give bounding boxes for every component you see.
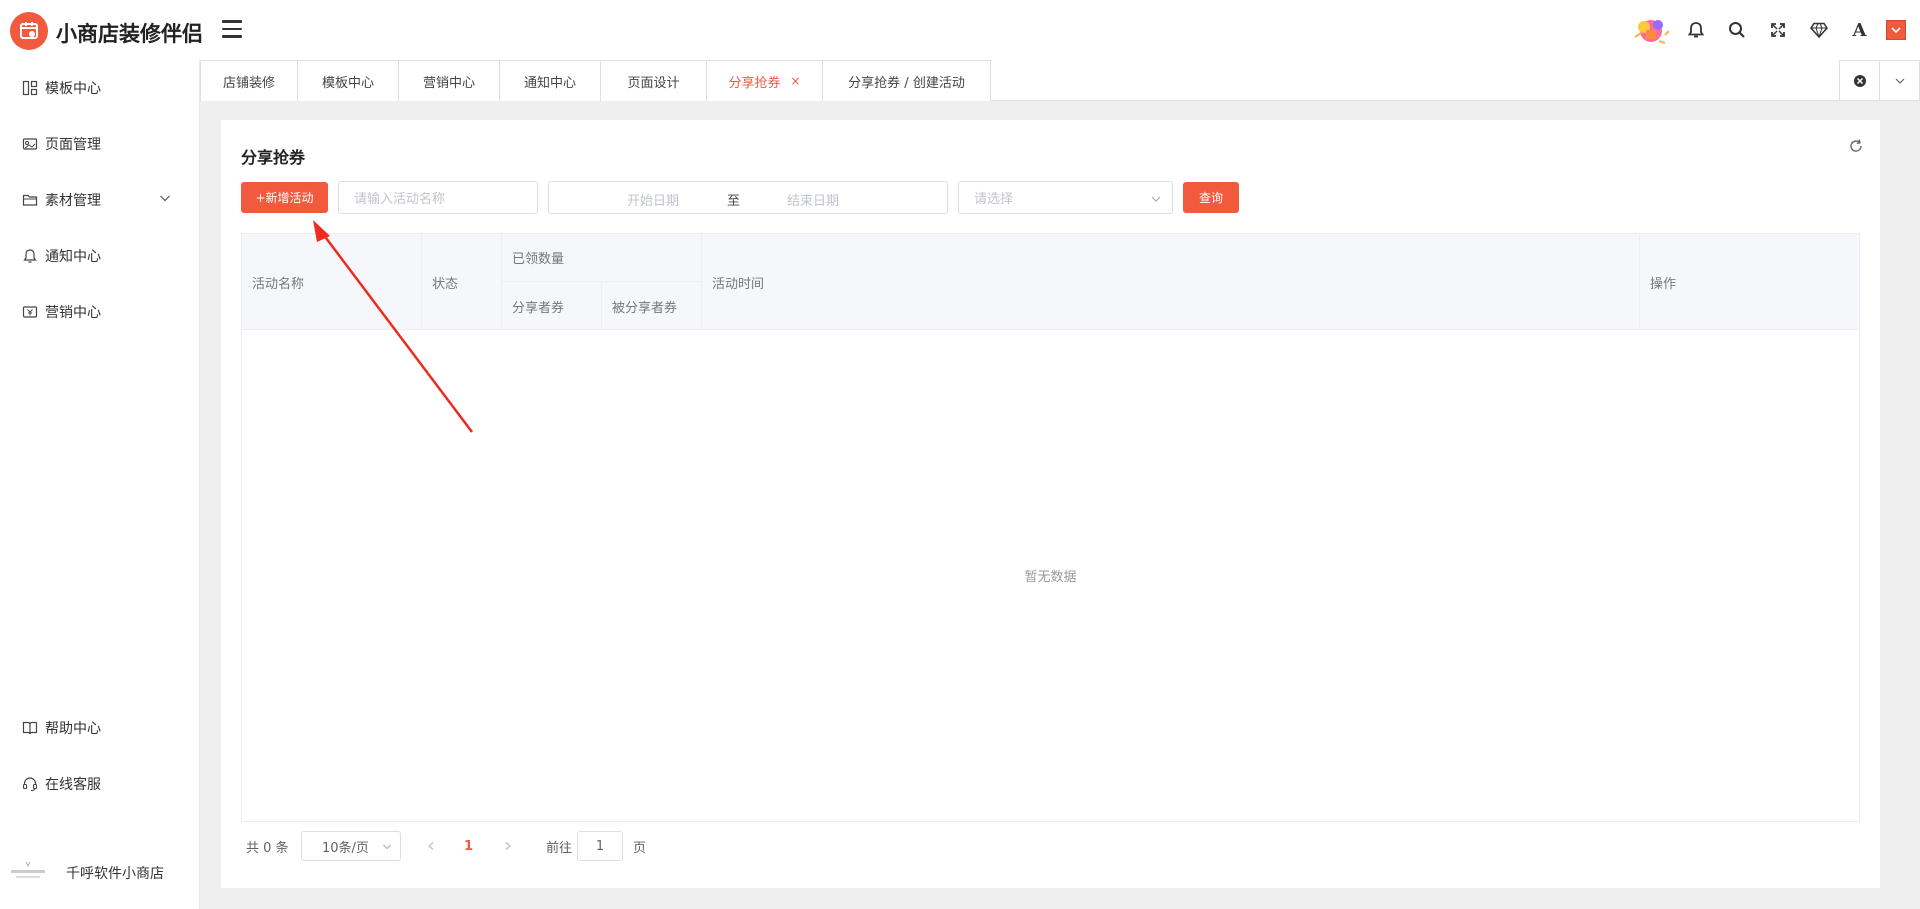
sidebar-item-material-management[interactable]: 素材管理 <box>0 178 199 222</box>
refresh-icon[interactable] <box>1848 138 1864 154</box>
coupon-icon <box>21 303 39 321</box>
app-logo[interactable] <box>10 12 48 50</box>
page-size-select[interactable]: 10条/页 <box>301 831 401 861</box>
tab-marketing-center[interactable]: 营销中心 <box>398 60 500 101</box>
content-card: 分享抢券 +新增活动 请输入活动名称 开始日期 至 结束日期 请选择 查询 活动… <box>221 120 1880 888</box>
tab-label: 页面设计 <box>627 75 680 91</box>
brand-logo <box>10 859 46 887</box>
tab-label: 模板中心 <box>321 75 374 91</box>
tab-template-center[interactable]: 模板中心 <box>297 60 399 101</box>
range-separator: 至 <box>727 194 741 209</box>
tab-shop-decoration[interactable]: 店铺装修 <box>200 60 298 101</box>
app-title: 小商店装修伴侣 <box>56 22 203 46</box>
brand-footer: 千呼软件小商店 <box>0 851 199 895</box>
close-tabs-icon[interactable] <box>1840 61 1880 101</box>
activity-table: 活动名称 状态 已领数量 分享者券 被分享者券 活动时间 操作 暂无数据 <box>241 233 1860 822</box>
column-shared-coupon: 被分享者券 <box>602 282 702 330</box>
page-size-value: 10条/页 <box>322 840 369 856</box>
tab-share-coupon-create[interactable]: 分享抢券 / 创建活动 <box>822 60 991 101</box>
end-date-field[interactable]: 结束日期 <box>787 190 839 209</box>
bell-icon <box>21 247 39 265</box>
sidebar-item-label: 帮助中心 <box>45 721 101 737</box>
main-area: 分享抢券 +新增活动 请输入活动名称 开始日期 至 结束日期 请选择 查询 活动… <box>200 101 1920 909</box>
sidebar-item-label: 素材管理 <box>45 193 101 209</box>
query-button[interactable]: 查询 <box>1183 182 1239 213</box>
chevron-down-icon[interactable] <box>1880 61 1919 101</box>
column-sharer-coupon: 分享者券 <box>502 282 602 330</box>
sidebar-item-label: 营销中心 <box>45 305 101 321</box>
tab-close-icon[interactable]: × <box>790 74 800 88</box>
goto-page-input[interactable]: 1 <box>577 831 623 861</box>
fullscreen-icon[interactable] <box>1757 12 1798 48</box>
sidebar-item-online-service[interactable]: 在线客服 <box>0 762 199 806</box>
shop-icon <box>20 22 38 39</box>
column-actions: 操作 <box>1650 276 1677 292</box>
chevron-down-icon <box>383 844 391 850</box>
page-number-current[interactable]: 1 <box>464 831 473 861</box>
tab-page-design[interactable]: 页面设计 <box>600 60 707 101</box>
tab-bar: 店铺装修 模板中心 营销中心 通知中心 页面设计 分享抢券 × 分享抢券 / 创… <box>200 60 1920 101</box>
user-avatar[interactable] <box>1886 20 1906 40</box>
tab-label: 店铺装修 <box>222 75 275 91</box>
tab-notification-center[interactable]: 通知中心 <box>499 60 601 101</box>
diamond-icon[interactable] <box>1798 12 1839 48</box>
column-activity-name: 活动名称 <box>242 234 422 330</box>
brand-name: 千呼软件小商店 <box>66 866 164 882</box>
page-suffix: 页 <box>633 840 647 856</box>
sidebar-item-label: 模板中心 <box>45 81 101 97</box>
page-icon <box>21 135 39 153</box>
add-activity-button[interactable]: +新增活动 <box>241 182 328 213</box>
tab-label: 营销中心 <box>422 75 475 91</box>
chevron-down-icon[interactable] <box>159 192 171 208</box>
activity-name-input[interactable]: 请输入活动名称 <box>338 181 538 214</box>
bell-icon[interactable] <box>1675 12 1716 48</box>
template-icon <box>21 79 39 97</box>
sidebar-item-notification-center[interactable]: 通知中心 <box>0 234 199 278</box>
sidebar-item-label: 通知中心 <box>45 249 101 265</box>
gift-promo-icon[interactable] <box>1627 12 1675 48</box>
book-icon <box>21 719 39 737</box>
tab-label: 分享抢券 / 创建活动 <box>848 75 965 91</box>
header-actions: A <box>1627 12 1910 48</box>
pagination: 共 0 条 10条/页 1 前往 1 页 <box>241 831 1041 861</box>
tab-label: 分享抢券 <box>728 75 781 91</box>
sidebar: 模板中心 页面管理 素材管理 通知中心 营销中心 帮助中心 在线客服 千呼软件小… <box>0 60 200 909</box>
column-activity-time: 活动时间 <box>702 234 1640 330</box>
sidebar-item-help-center[interactable]: 帮助中心 <box>0 706 199 750</box>
prev-page-icon[interactable] <box>426 831 438 861</box>
tab-controls <box>1839 60 1920 101</box>
tab-label: 通知中心 <box>523 75 576 91</box>
goto-label: 前往 <box>546 840 573 856</box>
menu-toggle-icon[interactable] <box>222 20 242 40</box>
page-title: 分享抢券 <box>241 148 306 167</box>
empty-state: 暂无数据 <box>1024 570 1077 585</box>
tab-share-coupon[interactable]: 分享抢券 × <box>706 60 823 101</box>
total-count: 共 0 条 <box>246 840 289 856</box>
headset-icon <box>21 775 39 793</box>
column-group-received: 已领数量 <box>502 234 702 282</box>
sidebar-item-marketing-center[interactable]: 营销中心 <box>0 290 199 334</box>
sidebar-item-page-management[interactable]: 页面管理 <box>0 122 199 166</box>
column-status: 状态 <box>422 234 502 330</box>
start-date-field[interactable]: 开始日期 <box>627 190 679 209</box>
sidebar-item-template-center[interactable]: 模板中心 <box>0 66 199 110</box>
sidebar-item-label: 在线客服 <box>45 777 101 793</box>
top-header: 小商店装修伴侣 A <box>0 0 1920 60</box>
chevron-down-icon <box>1151 196 1161 202</box>
search-icon[interactable] <box>1716 12 1757 48</box>
status-select[interactable]: 请选择 <box>958 181 1173 214</box>
next-page-icon[interactable] <box>503 831 515 861</box>
date-range-picker[interactable]: 开始日期 至 结束日期 <box>548 181 948 214</box>
sidebar-item-label: 页面管理 <box>45 137 101 153</box>
table-header: 活动名称 状态 已领数量 分享者券 被分享者券 活动时间 操作 <box>242 234 1859 330</box>
status-select-placeholder: 请选择 <box>974 192 1014 207</box>
font-icon[interactable]: A <box>1839 12 1880 48</box>
folder-icon <box>21 191 39 209</box>
